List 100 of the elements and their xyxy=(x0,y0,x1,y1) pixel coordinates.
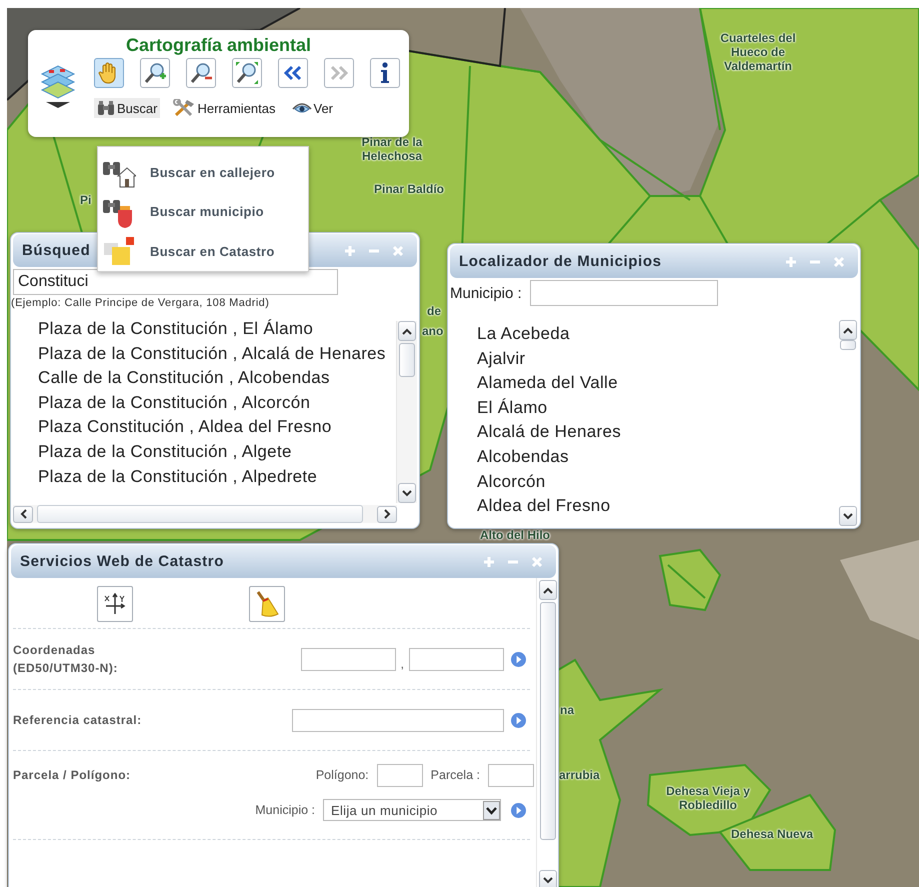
result-item[interactable]: Plaza Constitución , Aldea del Fresno xyxy=(38,415,396,440)
go-button[interactable] xyxy=(511,712,526,728)
scroll-down-button[interactable] xyxy=(398,483,416,503)
result-item[interactable]: Plaza de la Constitución , Algete xyxy=(38,440,396,465)
zoom-extent-icon xyxy=(235,61,259,85)
window-title: Búsqued xyxy=(22,242,90,259)
info-icon xyxy=(379,62,391,84)
zoom-out-button[interactable] xyxy=(186,58,216,88)
municipality-item[interactable]: Ajalvir xyxy=(477,346,838,372)
scroll-up-button[interactable] xyxy=(398,321,416,341)
scroll-left-button[interactable] xyxy=(13,506,33,522)
municipality-select[interactable]: Elija un municipio xyxy=(323,799,501,821)
chevron-down-icon xyxy=(402,490,412,496)
chevron-down-icon xyxy=(542,876,552,884)
clear-button[interactable] xyxy=(249,586,285,622)
municipality-field[interactable] xyxy=(530,280,718,306)
double-chevron-left-icon xyxy=(283,65,303,81)
result-item[interactable]: Plaza de la Constitución , Alcalá de Henares xyxy=(38,342,396,366)
result-item[interactable]: Plaza de la Constitución , El Álamo xyxy=(38,317,396,342)
search-field[interactable]: Constituci xyxy=(13,269,338,295)
back-button[interactable] xyxy=(278,58,308,88)
squares-icon xyxy=(102,235,136,268)
map-label: Dehesa Nueva xyxy=(731,827,814,841)
separator-text: , xyxy=(400,656,404,670)
map-label: Dehesa Vieja y Robledillo xyxy=(665,784,751,812)
polygon-field[interactable] xyxy=(376,764,423,786)
field-label: Coordenadas (ED50/UTM30-N): xyxy=(13,642,119,677)
zoom-in-icon xyxy=(143,61,167,85)
map-label: Alto del Hilo xyxy=(480,528,550,542)
scroll-down-button[interactable] xyxy=(839,506,857,526)
municipality-item[interactable]: El Álamo xyxy=(477,396,838,420)
axes-icon xyxy=(103,593,127,615)
scroll-down-button[interactable] xyxy=(538,870,556,887)
map-label: Pinar Baldío xyxy=(374,182,444,196)
chevron-up-icon xyxy=(542,586,552,594)
full-extent-button[interactable] xyxy=(232,58,262,88)
window-title: Servicios Web de Catastro xyxy=(20,553,224,570)
info-button[interactable] xyxy=(370,58,400,88)
menu-item[interactable]: Buscar en Catastro xyxy=(98,232,308,271)
double-chevron-right-icon xyxy=(329,65,349,81)
map-label: Cuarteles del Hueco de Valdemartín xyxy=(719,31,797,73)
chevron-down-icon xyxy=(843,512,853,520)
result-item[interactable]: Plaza de la Constitución , Alpedrete xyxy=(38,464,396,490)
municipality-item[interactable]: Aldea del Fresno xyxy=(477,494,838,519)
municipality-item[interactable]: Alcobendas xyxy=(477,444,838,470)
plot-field[interactable] xyxy=(488,764,534,786)
map-label: Pi xyxy=(80,193,92,207)
menu-item[interactable]: Herramientas xyxy=(170,98,278,118)
close-icon xyxy=(833,256,845,268)
map-label: na xyxy=(560,703,574,717)
go-button[interactable] xyxy=(511,802,526,818)
scroll-thumb[interactable] xyxy=(37,505,363,523)
chevron-left-icon xyxy=(20,509,26,519)
scroll-thumb[interactable] xyxy=(399,343,415,377)
coordinate-y-field[interactable] xyxy=(409,648,504,670)
map-label: arrubia xyxy=(559,768,600,782)
map-label: ano xyxy=(422,324,444,338)
field-label: Municipio : xyxy=(255,803,315,817)
scroll-thumb[interactable] xyxy=(540,602,556,840)
eye-icon xyxy=(292,101,312,115)
tools-icon xyxy=(173,99,196,117)
chevron-up-icon xyxy=(402,328,412,334)
chevron-up-icon xyxy=(843,326,853,334)
field-label: Polígono: xyxy=(316,768,369,782)
chevron-right-icon xyxy=(384,509,390,519)
reference-field[interactable] xyxy=(292,708,504,732)
go-button[interactable] xyxy=(511,652,526,666)
pan-button[interactable] xyxy=(94,58,124,88)
zoom-in-button[interactable] xyxy=(140,58,170,88)
close-icon xyxy=(531,556,543,568)
result-item[interactable]: Plaza de la Constitución , Alcorcón xyxy=(38,390,396,416)
coordinates-button[interactable] xyxy=(97,586,133,622)
plus-icon xyxy=(483,556,495,568)
result-item[interactable]: Calle de la Constitución , Alcobendas xyxy=(38,366,396,391)
municipality-item[interactable]: Alcorcón xyxy=(477,470,838,494)
scroll-up-button[interactable] xyxy=(839,320,857,340)
park-area xyxy=(659,548,722,612)
field-label: Parcela : xyxy=(430,768,480,782)
app-title: Cartografía ambiental xyxy=(124,35,312,56)
menu-item[interactable]: Ver xyxy=(288,98,336,118)
broom-icon xyxy=(254,590,280,618)
municipality-item[interactable]: Alameda del Valle xyxy=(477,371,838,396)
municipality-item[interactable]: La Acebeda xyxy=(477,322,838,347)
field-label: Referencia catastral: xyxy=(13,712,142,729)
search-hint: (Ejemplo: Calle Principe de Vergara, 108 Madrid) xyxy=(11,297,270,309)
close-icon xyxy=(392,244,404,256)
plus-icon xyxy=(344,244,356,256)
scroll-thumb[interactable] xyxy=(840,340,856,350)
map-label: Pinar de la Helechosa xyxy=(360,135,424,163)
menu-item[interactable]: Buscar en callejero xyxy=(98,153,308,192)
scroll-up-button[interactable] xyxy=(538,580,556,600)
scroll-right-button[interactable] xyxy=(377,506,397,522)
menu-item[interactable]: Buscar xyxy=(94,98,160,118)
menu-item[interactable]: Buscar municipio xyxy=(98,192,308,232)
municipality-item[interactable]: Alcalá de Henares xyxy=(477,420,838,445)
plus-icon xyxy=(785,256,797,268)
coordinate-x-field[interactable] xyxy=(300,648,396,670)
binoculars-icon xyxy=(97,100,115,116)
field-label: Parcela / Polígono: xyxy=(13,767,131,784)
map-label: de xyxy=(427,304,442,318)
